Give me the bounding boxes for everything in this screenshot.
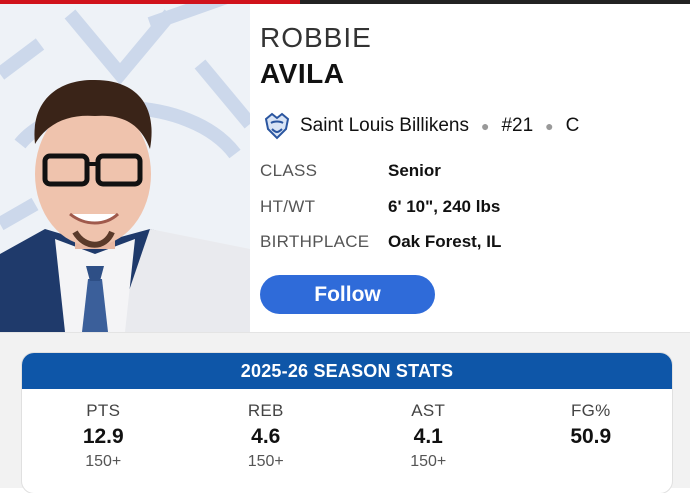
stat-points: PTS 12.9 150+ bbox=[22, 401, 185, 471]
stat-label: PTS bbox=[86, 401, 121, 420]
billiken-logo-icon bbox=[264, 112, 290, 140]
stat-qualifier: 150+ bbox=[247, 453, 284, 470]
stat-value: 4.1 bbox=[413, 425, 443, 448]
stat-value: 4.6 bbox=[251, 425, 281, 448]
stat-assists: AST 4.1 150+ bbox=[347, 401, 510, 471]
bio-label: CLASS bbox=[260, 161, 318, 180]
stat-rebounds: REB 4.6 150+ bbox=[185, 401, 348, 471]
player-position: C bbox=[565, 115, 580, 136]
stat-qualifier: 150+ bbox=[410, 453, 447, 470]
follow-button[interactable]: Follow bbox=[260, 275, 435, 314]
bio-row-class: CLASS Senior bbox=[260, 161, 441, 181]
season-stats-grid: PTS 12.9 150+ REB 4.6 150+ AST 4.1 150+ … bbox=[22, 389, 672, 471]
bio-value: Oak Forest, IL bbox=[388, 232, 502, 251]
player-first-name: ROBBIE bbox=[260, 22, 372, 53]
bio-row-birthplace: BIRTHPLACE Oak Forest, IL bbox=[260, 232, 501, 252]
player-last-name: AVILA bbox=[260, 58, 345, 89]
team-name-link[interactable]: Saint Louis Billikens bbox=[300, 115, 469, 137]
player-headshot bbox=[0, 4, 250, 332]
bio-value: 6' 10", 240 lbs bbox=[388, 197, 501, 216]
bio-value: Senior bbox=[388, 161, 441, 180]
stat-label: AST bbox=[411, 401, 446, 420]
bio-row-height-weight: HT/WT 6' 10", 240 lbs bbox=[260, 197, 500, 217]
bio-label: HT/WT bbox=[260, 197, 316, 216]
stat-label: FG% bbox=[570, 401, 611, 420]
team-info-row: Saint Louis Billikens ● #21 ● C bbox=[262, 110, 579, 142]
separator-dot: ● bbox=[480, 118, 490, 134]
separator-dot: ● bbox=[545, 118, 554, 134]
stat-value: 12.9 bbox=[82, 425, 124, 448]
season-stats-card: 2025-26 SEASON STATS PTS 12.9 150+ REB 4… bbox=[22, 353, 672, 493]
stat-field-goal-pct: FG% 50.9 bbox=[510, 401, 673, 471]
stat-value: 50.9 bbox=[570, 425, 612, 448]
season-stats-title: 2025-26 SEASON STATS bbox=[22, 353, 672, 389]
stat-label: REB bbox=[247, 401, 284, 420]
bio-label: BIRTHPLACE bbox=[260, 232, 370, 251]
stat-qualifier: 150+ bbox=[85, 453, 122, 470]
jersey-number: #21 bbox=[501, 115, 534, 136]
